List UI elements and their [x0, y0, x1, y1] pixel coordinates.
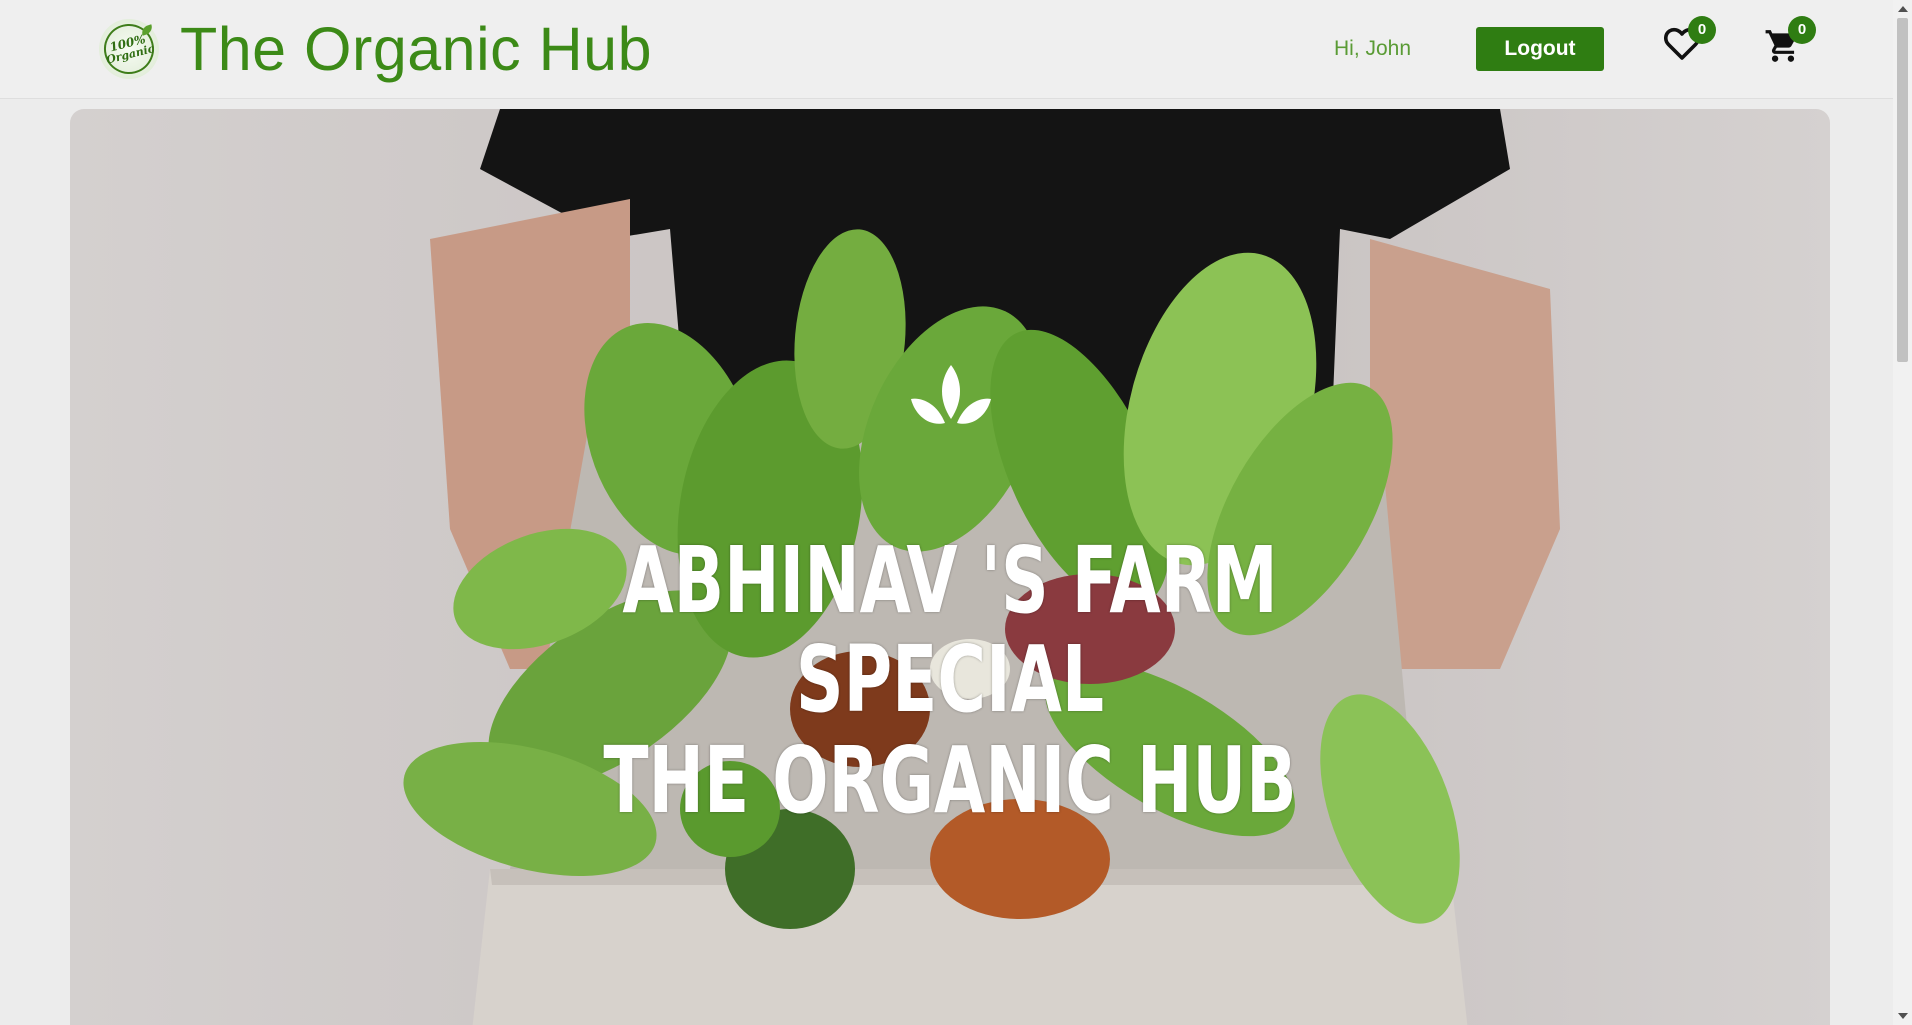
hero-headline-line2: SPECIAL	[795, 626, 1105, 733]
scroll-up-arrow-icon[interactable]	[1898, 6, 1908, 12]
site-header: 100% Organic The Organic Hub Hi, John Lo…	[0, 0, 1893, 99]
logo-leaf-icon	[139, 24, 155, 36]
logout-button[interactable]: Logout	[1476, 27, 1604, 71]
scrollbar-thumb[interactable]	[1897, 18, 1908, 362]
hero-headline-line3: THE ORGANIC HUB	[603, 727, 1297, 834]
cart-count-badge: 0	[1788, 16, 1816, 44]
logo[interactable]: 100% Organic	[98, 18, 160, 80]
cart-button[interactable]: 0	[1760, 16, 1816, 69]
leaf-icon	[911, 365, 991, 424]
wishlist-count-badge: 0	[1688, 16, 1716, 44]
user-greeting: Hi, John	[1334, 37, 1412, 60]
wishlist-button[interactable]: 0	[1660, 16, 1716, 69]
hero-headline-line1: ABHINAV 'S FARM	[622, 527, 1278, 634]
hero-banner[interactable]: ABHINAV 'S FARM SPECIAL THE ORGANIC HUB	[70, 109, 1830, 1025]
site-title[interactable]: The Organic Hub	[180, 12, 652, 86]
page-scrollbar[interactable]	[1893, 0, 1912, 1025]
scroll-down-arrow-icon[interactable]	[1898, 1013, 1908, 1019]
